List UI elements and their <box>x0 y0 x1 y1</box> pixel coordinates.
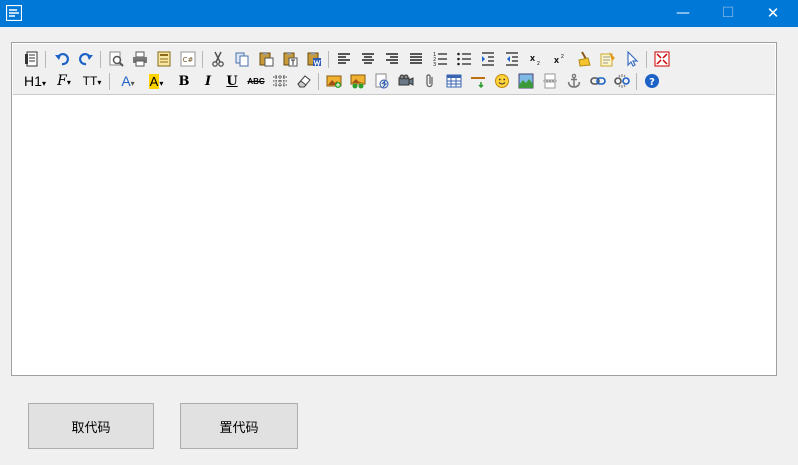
redo-icon[interactable] <box>75 48 97 70</box>
get-code-button[interactable]: 取代码 <box>28 403 154 449</box>
anchor-icon[interactable] <box>563 70 585 92</box>
svg-text:?: ? <box>649 77 655 88</box>
paste-icon[interactable] <box>255 48 277 70</box>
editor-content-area[interactable] <box>13 95 775 374</box>
font-family-icon[interactable]: F▾ <box>51 70 77 92</box>
editor-toolbar: C# 1 2 3 x 2 x 2 H1▾ F▾ TT▾ A▾ A▾ B I U … <box>13 44 775 95</box>
page-break-icon[interactable] <box>539 70 561 92</box>
font-color-icon[interactable]: A▾ <box>115 70 141 92</box>
align-left-icon[interactable] <box>333 48 355 70</box>
heading-icon[interactable]: H1▾ <box>21 70 49 92</box>
ordered-list-icon[interactable]: 123 <box>429 48 451 70</box>
multi-image-icon[interactable] <box>347 70 369 92</box>
svg-text:3: 3 <box>433 62 436 67</box>
cut-icon[interactable] <box>207 48 229 70</box>
svg-text:2: 2 <box>537 61 540 67</box>
svg-text:2: 2 <box>561 54 564 60</box>
align-center-icon[interactable] <box>357 48 379 70</box>
app-logo-icon <box>6 5 22 21</box>
code-csharp-icon[interactable]: C# <box>177 48 199 70</box>
minimize-button[interactable]: — <box>660 0 706 27</box>
paste-word-icon[interactable] <box>303 48 325 70</box>
bold-icon[interactable]: B <box>173 70 195 92</box>
strikethrough-icon[interactable]: ABC <box>245 70 267 92</box>
line-height-icon[interactable] <box>269 70 291 92</box>
template-icon[interactable] <box>153 48 175 70</box>
svg-text:x: x <box>554 55 559 65</box>
horizontal-rule-icon[interactable] <box>467 70 489 92</box>
unlink-icon[interactable] <box>611 70 633 92</box>
paste-text-icon[interactable] <box>279 48 301 70</box>
insert-image-icon[interactable] <box>323 70 345 92</box>
indent-icon[interactable] <box>477 48 499 70</box>
source-code-icon[interactable] <box>21 48 43 70</box>
help-icon[interactable]: ? <box>641 70 663 92</box>
title-bar: — ☐ ✕ <box>0 0 798 27</box>
media-icon[interactable] <box>395 70 417 92</box>
maximize-button[interactable]: ☐ <box>705 0 751 27</box>
justify-icon[interactable] <box>405 48 427 70</box>
map-icon[interactable] <box>515 70 537 92</box>
attachment-icon[interactable] <box>419 70 441 92</box>
set-code-button[interactable]: 置代码 <box>180 403 298 449</box>
rich-text-editor: C# 1 2 3 x 2 x 2 H1▾ F▾ TT▾ A▾ A▾ B I U … <box>11 42 777 376</box>
outdent-icon[interactable] <box>501 48 523 70</box>
print-icon[interactable] <box>129 48 151 70</box>
svg-text:C#: C# <box>183 56 194 64</box>
close-button[interactable]: ✕ <box>750 0 796 27</box>
underline-icon[interactable]: U <box>221 70 243 92</box>
preview-icon[interactable] <box>105 48 127 70</box>
subscript-icon[interactable]: x2 <box>525 48 547 70</box>
eraser-icon[interactable] <box>293 70 315 92</box>
undo-icon[interactable] <box>51 48 73 70</box>
font-size-icon[interactable]: TT▾ <box>79 70 105 92</box>
table-icon[interactable] <box>443 70 465 92</box>
emoticon-icon[interactable] <box>491 70 513 92</box>
cursor-icon[interactable] <box>621 48 643 70</box>
svg-text:x: x <box>530 53 535 63</box>
flash-icon[interactable] <box>371 70 393 92</box>
unordered-list-icon[interactable] <box>453 48 475 70</box>
align-right-icon[interactable] <box>381 48 403 70</box>
highlight-color-icon[interactable]: A▾ <box>143 70 169 92</box>
link-icon[interactable] <box>587 70 609 92</box>
superscript-icon[interactable]: x2 <box>549 48 571 70</box>
select-all-icon[interactable] <box>597 48 619 70</box>
italic-icon[interactable]: I <box>197 70 219 92</box>
copy-icon[interactable] <box>231 48 253 70</box>
clear-format-icon[interactable] <box>573 48 595 70</box>
fullscreen-icon[interactable] <box>651 48 673 70</box>
